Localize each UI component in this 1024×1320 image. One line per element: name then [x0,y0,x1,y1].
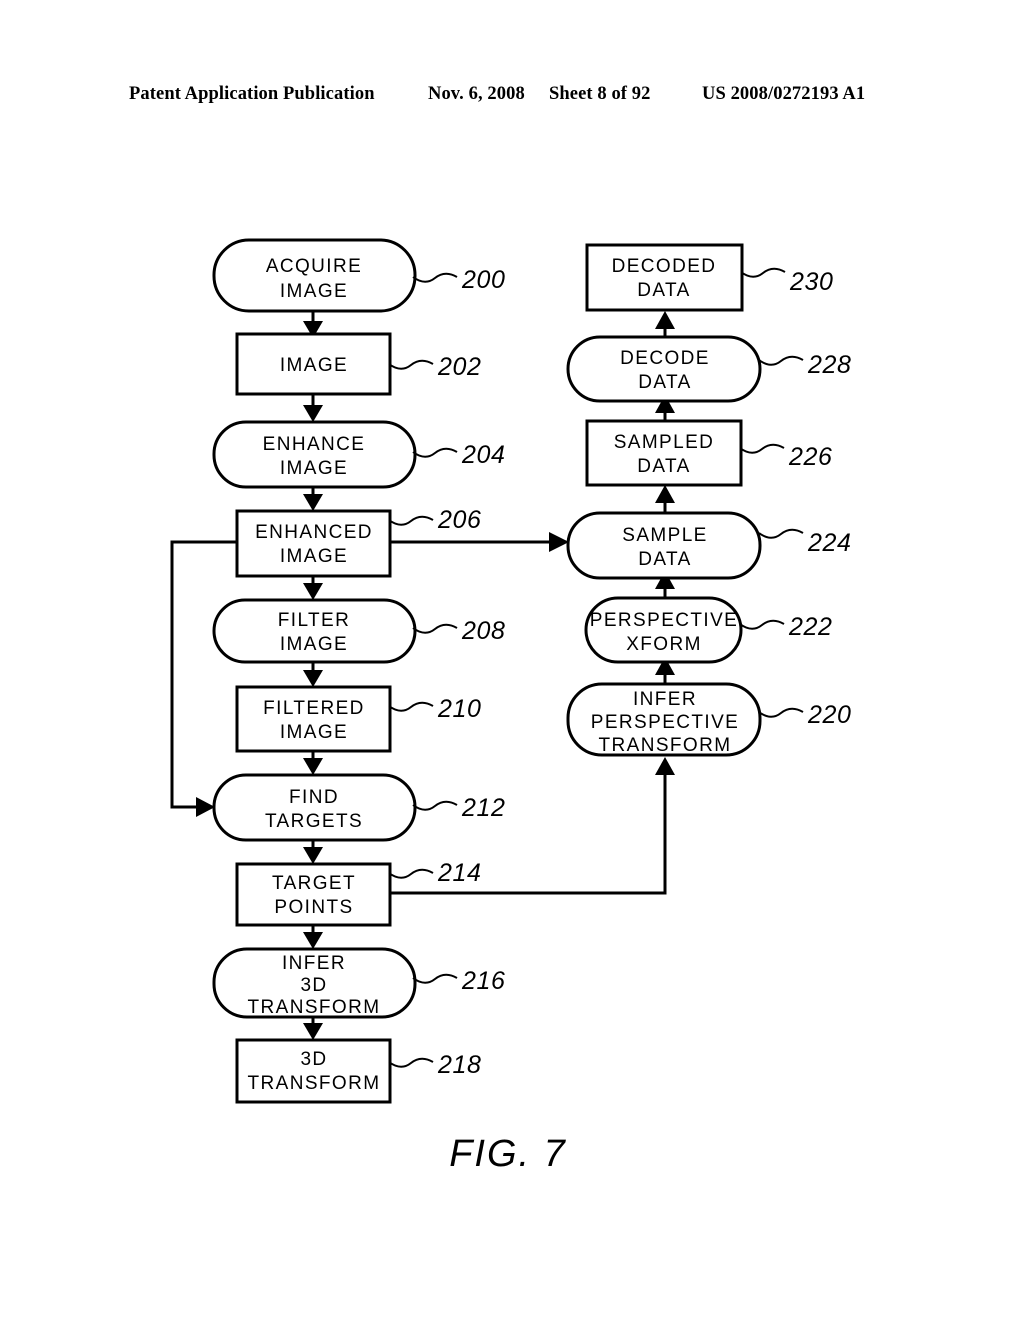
node-filtered-image-line-1: IMAGE [280,722,348,743]
node-find-targets[interactable]: FIND TARGETS [212,773,417,842]
node-acquire-image-line-1: IMAGE [280,281,348,302]
node-acquire-image-line-0: ACQUIRE [266,256,362,277]
node-3d-transform-line-1: TRANSFORM [248,1073,381,1094]
ref-number-210: 210 [437,695,482,723]
ref-leader-216: 216 [412,967,506,995]
figure-7-flowchart: ACQUIRE IMAGE 200 IMAGE 202 ENHANCE IMAG… [0,0,1024,1320]
ref-number-230: 230 [789,268,834,296]
node-image[interactable]: IMAGE [235,332,392,396]
ref-number-220: 220 [807,701,852,729]
node-filter-image-line-1: IMAGE [280,634,348,655]
node-perspective-xform-line-1: XFORM [626,634,702,655]
connector-206-to-224 [390,532,569,552]
node-filtered-image[interactable]: FILTERED IMAGE [235,685,392,753]
node-infer-perspective-transform-line-0: INFER [633,689,697,710]
ref-number-226: 226 [788,443,833,471]
ref-leader-220: 220 [758,701,852,729]
node-infer-perspective-transform[interactable]: INFER PERSPECTIVE TRANSFORM [566,682,762,757]
node-sampled-data[interactable]: SAMPLED DATA [585,419,743,487]
node-3d-transform[interactable]: 3D TRANSFORM [235,1038,392,1104]
node-infer-3d-transform[interactable]: INFER 3D TRANSFORM [212,947,417,1019]
connector-206-to-212-feedback [170,540,237,817]
ref-number-202: 202 [437,353,482,381]
node-infer-perspective-transform-line-1: PERSPECTIVE [591,712,739,733]
node-infer-3d-transform-line-1: 3D [300,975,327,996]
node-find-targets-line-0: FIND [289,787,339,808]
ref-leader-228: 228 [758,351,852,379]
ref-leader-206: 206 [388,506,482,534]
ref-leader-202: 202 [388,353,482,381]
node-image-line-0: IMAGE [280,355,348,376]
node-filter-image[interactable]: FILTER IMAGE [212,598,417,664]
node-infer-perspective-transform-line-2: TRANSFORM [599,735,732,756]
node-decoded-data[interactable]: DECODED DATA [585,243,744,312]
node-sample-data-line-1: DATA [638,549,691,570]
ref-number-206: 206 [437,506,482,534]
node-enhance-image-line-0: ENHANCE [263,434,366,455]
node-enhanced-image[interactable]: ENHANCED IMAGE [235,509,392,578]
ref-number-212: 212 [461,794,506,822]
ref-number-224: 224 [807,529,852,557]
ref-number-228: 228 [807,351,852,379]
connector-208-to-210 [303,662,323,687]
node-decode-data-line-0: DECODE [620,348,710,369]
node-acquire-image[interactable]: ACQUIRE IMAGE [212,238,417,313]
node-filter-image-line-0: FILTER [278,610,350,631]
node-target-points[interactable]: TARGET POINTS [235,862,392,927]
ref-number-218: 218 [437,1051,482,1079]
ref-number-222: 222 [788,613,833,641]
node-sample-data-line-0: SAMPLE [622,525,708,546]
node-decode-data[interactable]: DECODE DATA [566,335,762,403]
ref-number-204: 204 [461,441,506,469]
node-decoded-data-line-0: DECODED [612,256,717,277]
node-target-points-line-0: TARGET [272,873,356,894]
node-enhance-image[interactable]: ENHANCE IMAGE [212,420,417,489]
node-decoded-data-line-1: DATA [637,280,690,301]
ref-leader-222: 222 [739,613,833,641]
node-sampled-data-line-1: DATA [637,456,690,477]
ref-number-200: 200 [461,266,506,294]
node-enhanced-image-line-1: IMAGE [280,546,348,567]
ref-leader-210: 210 [388,695,482,723]
node-sampled-data-line-0: SAMPLED [614,432,715,453]
ref-leader-208: 208 [412,617,506,645]
connector-216-to-218 [303,1017,323,1040]
ref-leader-214: 214 [388,859,482,887]
ref-leader-226: 226 [739,443,833,471]
connector-212-to-214 [303,840,323,864]
figure-caption: FIG. 7 [449,1133,567,1175]
ref-leader-200: 200 [412,266,506,294]
connector-202-to-204 [303,394,323,422]
ref-leader-218: 218 [388,1051,482,1079]
node-sample-data[interactable]: SAMPLE DATA [566,511,762,580]
node-decode-data-line-1: DATA [638,372,691,393]
node-infer-3d-transform-line-0: INFER [282,953,346,974]
node-find-targets-line-1: TARGETS [265,811,363,832]
ref-number-208: 208 [461,617,506,645]
node-perspective-xform-line-0: PERSPECTIVE [590,610,738,631]
node-filtered-image-line-0: FILTERED [263,698,365,719]
connector-210-to-212 [303,751,323,775]
ref-leader-204: 204 [412,441,506,469]
node-infer-3d-transform-line-2: TRANSFORM [248,997,381,1018]
node-perspective-xform[interactable]: PERSPECTIVE XFORM [584,596,743,664]
connector-206-to-208 [303,576,323,600]
node-enhanced-image-line-0: ENHANCED [255,522,373,543]
node-enhance-image-line-1: IMAGE [280,458,348,479]
connector-214-to-216 [303,925,323,949]
ref-leader-230: 230 [740,267,834,296]
node-3d-transform-line-0: 3D [300,1049,327,1070]
ref-leader-212: 212 [412,794,506,822]
connector-224-to-226 [655,485,675,513]
ref-number-216: 216 [461,967,506,995]
connector-228-to-230 [655,311,675,337]
ref-number-214: 214 [437,859,482,887]
node-target-points-line-1: POINTS [274,897,353,918]
ref-leader-224: 224 [758,528,852,557]
connector-204-to-206 [303,487,323,511]
